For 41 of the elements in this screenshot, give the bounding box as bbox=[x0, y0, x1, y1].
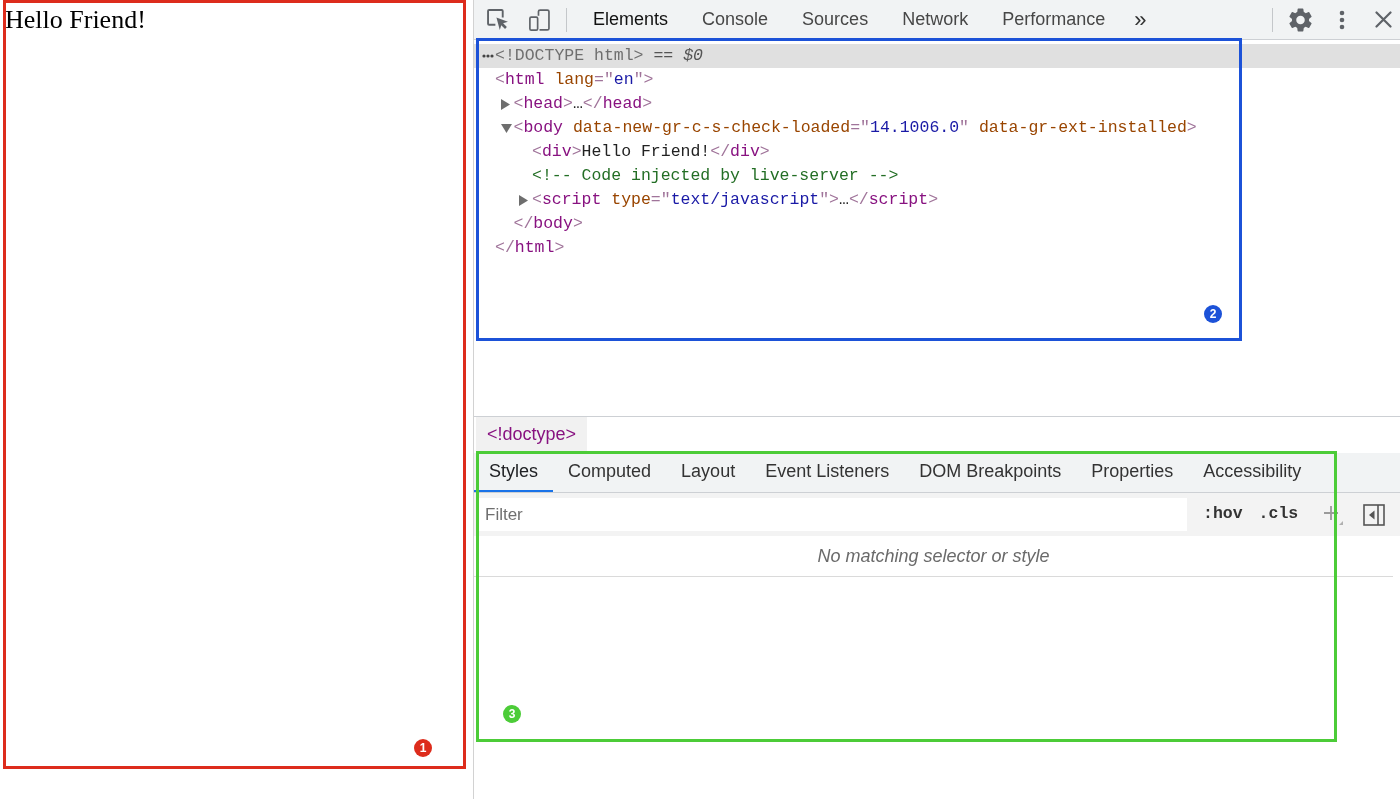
sidebar-tab[interactable]: Event Listeners bbox=[750, 453, 905, 492]
sidebar-tab[interactable]: Computed bbox=[553, 453, 667, 492]
ellipsis-icon[interactable] bbox=[482, 54, 494, 58]
dom-node[interactable]: <body data-new-gr-c-s-check-loaded="14.1006.0" data-gr-ext-installed> bbox=[513, 116, 1197, 140]
toolbar-button[interactable]: :hov bbox=[1195, 498, 1251, 531]
sidebar-tab[interactable]: Accessibility bbox=[1188, 453, 1317, 492]
caret-down-icon[interactable] bbox=[500, 123, 512, 133]
page-text: Hello Friend! bbox=[4, 4, 146, 35]
dom-node[interactable]: <html lang="en"> bbox=[495, 68, 654, 92]
step-marker: 1 bbox=[414, 739, 432, 757]
step-marker: 2 bbox=[1204, 305, 1222, 323]
panel-tab[interactable]: Elements bbox=[576, 0, 686, 39]
breadcrumb-item[interactable]: <!doctype> bbox=[476, 417, 588, 452]
dom-node[interactable]: <!DOCTYPE html> == $0 bbox=[495, 44, 703, 68]
sidebar-tab[interactable]: Layout bbox=[666, 453, 751, 492]
phone-tablet-icon[interactable] bbox=[528, 8, 550, 31]
plus-icon[interactable] bbox=[1323, 504, 1344, 525]
inspect-cursor-icon[interactable] bbox=[487, 8, 509, 31]
toolbar-button[interactable]: .cls bbox=[1250, 498, 1307, 531]
dom-node[interactable]: </html> bbox=[495, 236, 565, 260]
dom-node[interactable]: <script type="text/javascript">…</script> bbox=[532, 188, 939, 212]
kebab-menu-icon[interactable] bbox=[1339, 9, 1345, 30]
sidebar-toggle-icon[interactable] bbox=[1363, 503, 1386, 526]
empty-message: No matching selector or style bbox=[817, 545, 1050, 568]
caret-right-icon[interactable] bbox=[500, 98, 510, 110]
panel-tab[interactable]: Console bbox=[685, 0, 786, 39]
dom-node[interactable]: <head>…</head> bbox=[513, 92, 653, 116]
settings-icon[interactable] bbox=[1289, 7, 1312, 32]
more-tabs-button[interactable]: » bbox=[1122, 0, 1159, 39]
panel-tab[interactable]: Sources bbox=[785, 0, 886, 39]
dom-node[interactable]: </body> bbox=[513, 212, 583, 236]
close-icon[interactable] bbox=[1375, 11, 1392, 28]
step-marker: 3 bbox=[503, 705, 521, 723]
panel-tab[interactable]: Performance bbox=[985, 0, 1123, 39]
sidebar-tab[interactable]: Properties bbox=[1076, 453, 1189, 492]
sidebar-tab[interactable]: DOM Breakpoints bbox=[904, 453, 1077, 492]
dom-node[interactable]: <!-- Code injected by live-server --> bbox=[532, 164, 899, 188]
dom-node[interactable]: <div>Hello Friend!</div> bbox=[532, 140, 770, 164]
caret-right-icon[interactable] bbox=[519, 194, 528, 206]
panel-tab[interactable]: Network bbox=[885, 0, 986, 39]
filter-field[interactable]: Filter bbox=[478, 498, 1187, 531]
